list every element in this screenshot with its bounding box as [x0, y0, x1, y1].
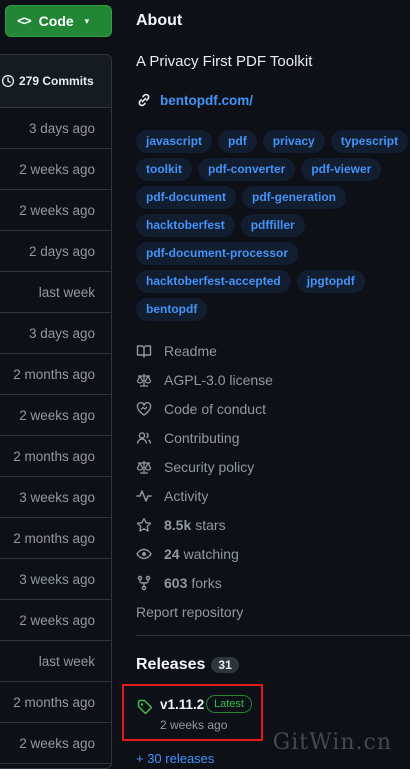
repo-description: A Privacy First PDF Toolkit	[136, 53, 313, 70]
law-icon	[136, 373, 152, 387]
security-link[interactable]: Security policy	[136, 452, 410, 481]
watching-label: watching	[183, 545, 239, 562]
commit-row[interactable]: 2 days ago	[0, 231, 111, 272]
report-label: Report repository	[136, 603, 244, 620]
section-divider	[136, 635, 410, 636]
history-icon	[1, 74, 15, 88]
commit-row[interactable]: last week	[0, 641, 111, 682]
stars-count: 8.5k	[164, 516, 192, 533]
eye-icon	[136, 548, 152, 559]
commit-row[interactable]: 2 weeks ago	[0, 190, 111, 231]
forks-label: forks	[191, 574, 222, 591]
about-heading: About	[136, 12, 183, 29]
stars-label: stars	[195, 516, 226, 533]
commit-row[interactable]: 3 weeks ago	[0, 559, 111, 600]
topic-row: pdf-document pdf-generation	[136, 183, 410, 211]
topic-row: bentopdf	[136, 295, 410, 323]
topic-tag[interactable]: jpgtopdf	[296, 269, 365, 293]
commit-row[interactable]: 3 weeks ago	[0, 477, 111, 518]
pulse-icon	[136, 489, 152, 502]
release-name[interactable]: v1.11.2	[160, 697, 204, 712]
watchers-link[interactable]: 24 watching	[136, 539, 410, 568]
code-button[interactable]: <> Code ▾	[5, 5, 112, 37]
commit-row[interactable]: 2 weeks ago	[0, 395, 111, 436]
homepage-link[interactable]: bentopdf.com/	[136, 92, 253, 108]
topic-tag[interactable]: bentopdf	[136, 297, 208, 321]
commit-row[interactable]: 2 weeks ago	[0, 600, 111, 641]
readme-link[interactable]: Readme	[136, 336, 410, 365]
more-releases-link[interactable]: + 30 releases	[136, 751, 214, 766]
topic-tag[interactable]: pdf	[218, 129, 257, 153]
law-icon	[136, 460, 152, 474]
code-of-conduct-icon	[136, 401, 152, 416]
commit-row[interactable]: 3 days ago	[0, 313, 111, 354]
topic-tag[interactable]: typescript	[330, 129, 409, 153]
contributing-link[interactable]: Contributing	[136, 423, 410, 452]
forks-count: 603	[164, 574, 188, 591]
topic-row: pdf-document-processor	[136, 239, 410, 267]
conduct-label: Code of conduct	[164, 400, 266, 417]
people-icon	[136, 431, 152, 444]
activity-link[interactable]: Activity	[136, 481, 410, 510]
topic-tag[interactable]: pdffiller	[240, 213, 305, 237]
tag-icon	[137, 699, 153, 715]
releases-label: Releases	[136, 656, 206, 673]
homepage-url: bentopdf.com/	[160, 92, 253, 108]
report-repository-link[interactable]: Report repository	[136, 597, 410, 626]
topic-tag[interactable]: hacktoberfest	[136, 213, 235, 237]
commits-panel: 279 Commits 3 days ago 2 weeks ago 2 weeks…	[0, 54, 112, 769]
topic-tag[interactable]: pdf-viewer	[301, 157, 382, 181]
commit-row[interactable]: 2 months ago	[0, 436, 111, 477]
conduct-link[interactable]: Code of conduct	[136, 394, 410, 423]
license-label: AGPL-3.0 license	[164, 371, 273, 388]
commit-list: 3 days ago 2 weeks ago 2 weeks ago 2 days a…	[0, 108, 111, 764]
commits-link[interactable]: 279 Commits	[0, 55, 111, 108]
topic-row: hacktoberfest-accepted jpgtopdf	[136, 267, 410, 295]
topic-row: toolkit pdf-converter pdf-viewer	[136, 155, 410, 183]
repo-meta: Readme AGPL-3.0 license Code of conduct …	[136, 336, 410, 626]
topic-tag[interactable]: pdf-document	[136, 185, 236, 209]
topic-tag[interactable]: privacy	[262, 129, 325, 153]
topic-tag[interactable]: pdf-converter	[198, 157, 296, 181]
topic-tag[interactable]: pdf-generation	[242, 185, 346, 209]
topic-tag[interactable]: pdf-document-processor	[136, 241, 299, 265]
security-label: Security policy	[164, 458, 255, 475]
link-icon	[138, 93, 150, 107]
topic-tag[interactable]: toolkit	[136, 157, 192, 181]
code-icon: <>	[17, 13, 32, 29]
commit-row[interactable]: last week	[0, 272, 111, 313]
fork-icon	[137, 575, 151, 590]
commit-row[interactable]: 3 days ago	[0, 108, 111, 149]
code-button-label: Code	[38, 13, 74, 29]
commit-row[interactable]: 2 months ago	[0, 682, 111, 723]
license-link[interactable]: AGPL-3.0 license	[136, 365, 410, 394]
readme-label: Readme	[164, 342, 217, 359]
releases-count-badge: 31	[211, 657, 239, 673]
topic-tag[interactable]: hacktoberfest-accepted	[136, 269, 291, 293]
topic-row: javascript pdf privacy typescript	[136, 127, 410, 155]
commit-row[interactable]: 2 weeks ago	[0, 149, 111, 190]
release-date: 2 weeks ago	[160, 718, 228, 732]
contributing-label: Contributing	[164, 429, 240, 446]
releases-heading[interactable]: Releases 31	[136, 656, 239, 674]
topic-row: hacktoberfest pdffiller	[136, 211, 410, 239]
watermark: GitWin.cn	[272, 730, 392, 755]
activity-label: Activity	[164, 487, 209, 504]
forks-link[interactable]: 603 forks	[136, 568, 410, 597]
topic-tag[interactable]: javascript	[136, 129, 213, 153]
watching-count: 24	[164, 545, 180, 562]
star-icon	[136, 517, 152, 532]
commit-row[interactable]: 2 weeks ago	[0, 723, 111, 764]
commit-row[interactable]: 2 months ago	[0, 354, 111, 395]
left-column: <> Code ▾ 279 Commits 3 days ago 2 weeks …	[0, 0, 112, 769]
latest-badge: Latest	[206, 695, 252, 713]
topic-list: javascript pdf privacy typescript toolkit pdf…	[136, 127, 410, 323]
chevron-down-icon: ▾	[84, 15, 90, 26]
latest-release-highlight[interactable]: v1.11.2 Latest 2 weeks ago	[122, 684, 263, 741]
book-icon	[136, 344, 152, 358]
commits-count: 279 Commits	[19, 74, 94, 88]
commit-row[interactable]: 2 months ago	[0, 518, 111, 559]
stars-link[interactable]: 8.5k stars	[136, 510, 410, 539]
